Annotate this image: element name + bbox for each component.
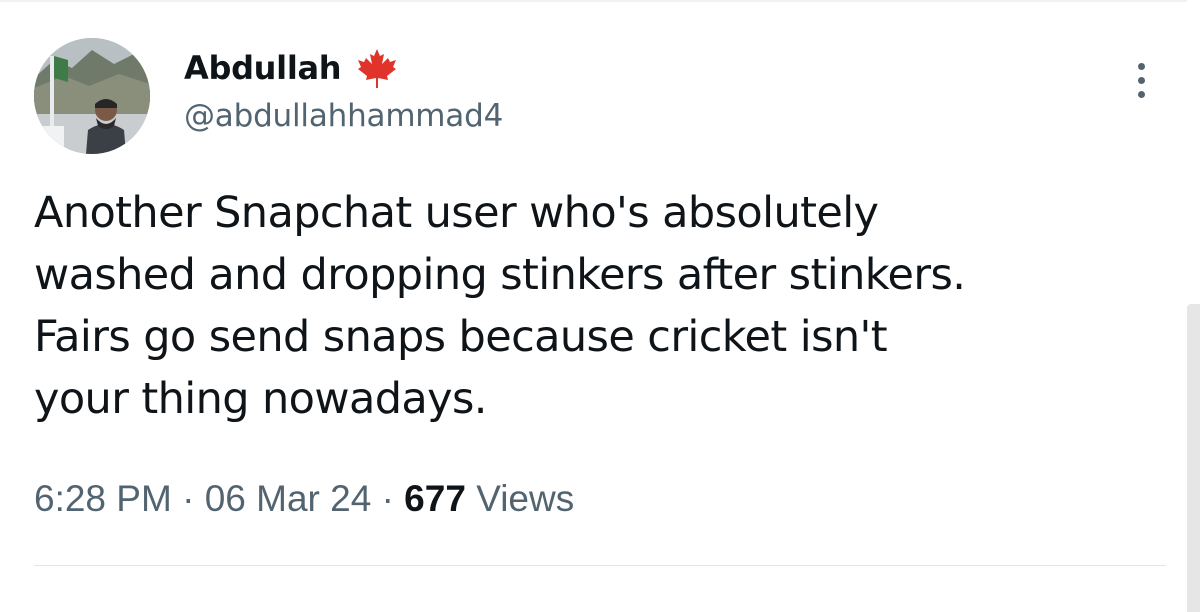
views-count: 677 — [404, 478, 466, 519]
top-divider — [0, 0, 1200, 2]
meta-separator: · — [381, 478, 394, 519]
author-name-row: Abdullah — [184, 44, 399, 92]
author-handle[interactable]: @abdullahhammad4 — [184, 98, 503, 134]
more-dots-icon — [1137, 62, 1145, 70]
avatar-image — [34, 38, 150, 154]
maple-leaf-icon — [355, 46, 399, 90]
avatar[interactable] — [34, 38, 150, 154]
more-dots-icon — [1137, 90, 1145, 98]
more-options-button[interactable] — [1126, 56, 1156, 104]
tweet-card: Abdullah @abdullahhammad4 Another Snapch… — [0, 0, 1200, 612]
tweet-text-line: washed and dropping stinkers after stink… — [34, 250, 966, 300]
tweet-meta: 6:28 PM · 06 Mar 24 · 677 Views — [34, 478, 574, 520]
tweet-text-line: Fairs go send snaps because cricket isn'… — [34, 312, 888, 362]
tweet-time[interactable]: 6:28 PM — [34, 478, 172, 519]
tweet-text-line: your thing nowadays. — [34, 374, 487, 424]
tweet-text-line: Another Snapchat user who's absolutely — [34, 188, 879, 238]
more-dots-icon — [1137, 76, 1145, 84]
tweet-text: Another Snapchat user who's absolutely w… — [34, 182, 1174, 430]
bottom-divider — [34, 565, 1166, 566]
views-label: Views — [476, 478, 575, 519]
author-display-name[interactable]: Abdullah — [184, 49, 342, 87]
meta-separator: · — [182, 478, 195, 519]
tweet-date[interactable]: 06 Mar 24 — [205, 478, 372, 519]
scrollbar-thumb[interactable] — [1187, 304, 1200, 612]
